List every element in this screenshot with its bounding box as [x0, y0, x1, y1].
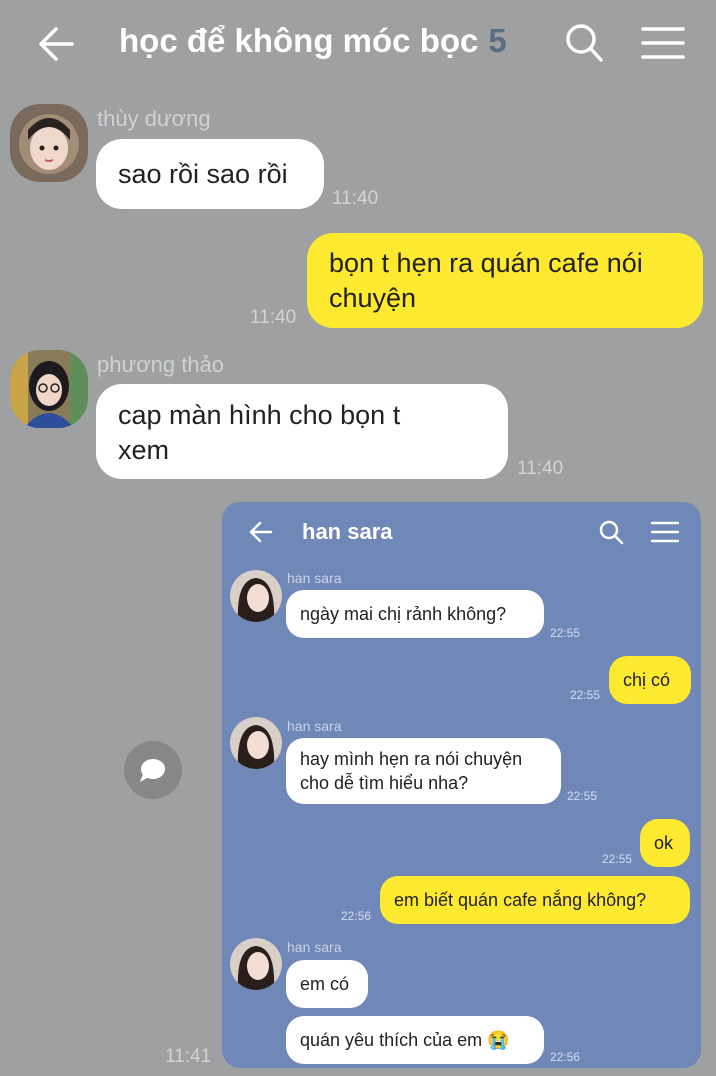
avatar-han-sara — [230, 717, 282, 769]
search-button[interactable] — [564, 22, 604, 64]
avatar-photo-icon — [230, 717, 282, 769]
message-bubble: em có — [286, 960, 368, 1008]
hamburger-menu-icon — [651, 521, 679, 543]
share-button[interactable] — [124, 741, 182, 799]
avatar-thuy-duong[interactable] — [10, 104, 88, 182]
avatar-han-sara — [230, 570, 282, 622]
message-text: chuyện — [329, 283, 417, 313]
message-bubble-own: chị có — [609, 656, 691, 704]
message-text: sao rồi sao rồi — [118, 159, 288, 189]
sender-name: han sara — [287, 570, 342, 586]
avatar-photo-icon — [230, 938, 282, 990]
chat-title: học để không móc bọc 5 — [119, 22, 507, 60]
message-time: 11:41 — [165, 1046, 212, 1067]
message-bubble-own: em biết quán cafe nắng không? — [380, 876, 690, 924]
message-time: 11:40 — [250, 307, 297, 328]
sender-name: phương thảo — [97, 352, 225, 377]
avatar-photo-icon — [10, 350, 88, 428]
sender-name: han sara — [287, 939, 342, 955]
sender-name: thùy dương — [97, 106, 211, 131]
message-text: em có — [300, 974, 350, 994]
message-time: 22:55 — [570, 688, 601, 702]
screenshot-chat-title: han sara — [302, 519, 393, 544]
message-text: hay mình hẹn ra nói chuyện — [300, 749, 523, 769]
chat-bubble-icon — [140, 759, 165, 782]
message-time: 11:40 — [517, 458, 564, 479]
menu-button[interactable] — [641, 26, 685, 60]
message-time: 22:55 — [567, 789, 598, 803]
arrow-left-icon — [39, 27, 74, 61]
message-time: 11:40 — [332, 188, 379, 209]
crying-face-emoji: 😭 — [487, 1030, 510, 1050]
message-bubble[interactable]: cap màn hình cho bọn t xem — [96, 384, 508, 479]
message-bubble[interactable]: sao rồi sao rồi — [96, 139, 324, 209]
avatar-han-sara — [230, 938, 282, 990]
arrow-left-icon — [249, 521, 273, 543]
message-time: 22:56 — [550, 1050, 581, 1064]
search-icon — [566, 24, 603, 62]
message-text: quán yêu thích của em — [300, 1030, 483, 1050]
message-text: chị có — [623, 670, 671, 690]
message-bubble: ngày mai chị rảnh không? — [286, 590, 544, 638]
screenshot-image[interactable]: han sara han sara ngày mai chị rảnh khôn… — [222, 502, 701, 1068]
avatar-photo-icon — [10, 104, 88, 182]
sender-name: han sara — [287, 718, 342, 734]
message-bubble: quán yêu thích của em 😭 — [286, 1016, 544, 1064]
avatar-photo-icon — [230, 570, 282, 622]
message-time: 22:55 — [550, 626, 581, 640]
message-text: bọn t hẹn ra quán cafe nói — [329, 248, 643, 278]
message-bubble-own: ok — [640, 819, 690, 867]
back-button[interactable] — [36, 24, 78, 64]
search-icon — [599, 520, 624, 545]
message-bubble: hay mình hẹn ra nói chuyện cho dễ tìm hi… — [286, 738, 561, 804]
message-text: em biết quán cafe nắng không? — [394, 890, 647, 910]
message-time: 22:56 — [341, 909, 372, 923]
message-text: ngày mai chị rảnh không? — [300, 604, 507, 624]
message-text: cho dễ tìm hiểu nha? — [300, 773, 469, 793]
message-bubble-own[interactable]: bọn t hẹn ra quán cafe nói chuyện — [307, 233, 703, 328]
message-time: 22:55 — [602, 852, 633, 866]
chat-title-text: học để không móc bọc — [119, 22, 479, 59]
message-text: ok — [654, 833, 674, 853]
avatar-phuong-thao[interactable] — [10, 350, 88, 428]
hamburger-menu-icon — [641, 27, 685, 59]
message-text: xem — [118, 435, 170, 465]
message-text: cap màn hình cho bọn t — [118, 400, 401, 430]
member-count: 5 — [488, 22, 507, 59]
